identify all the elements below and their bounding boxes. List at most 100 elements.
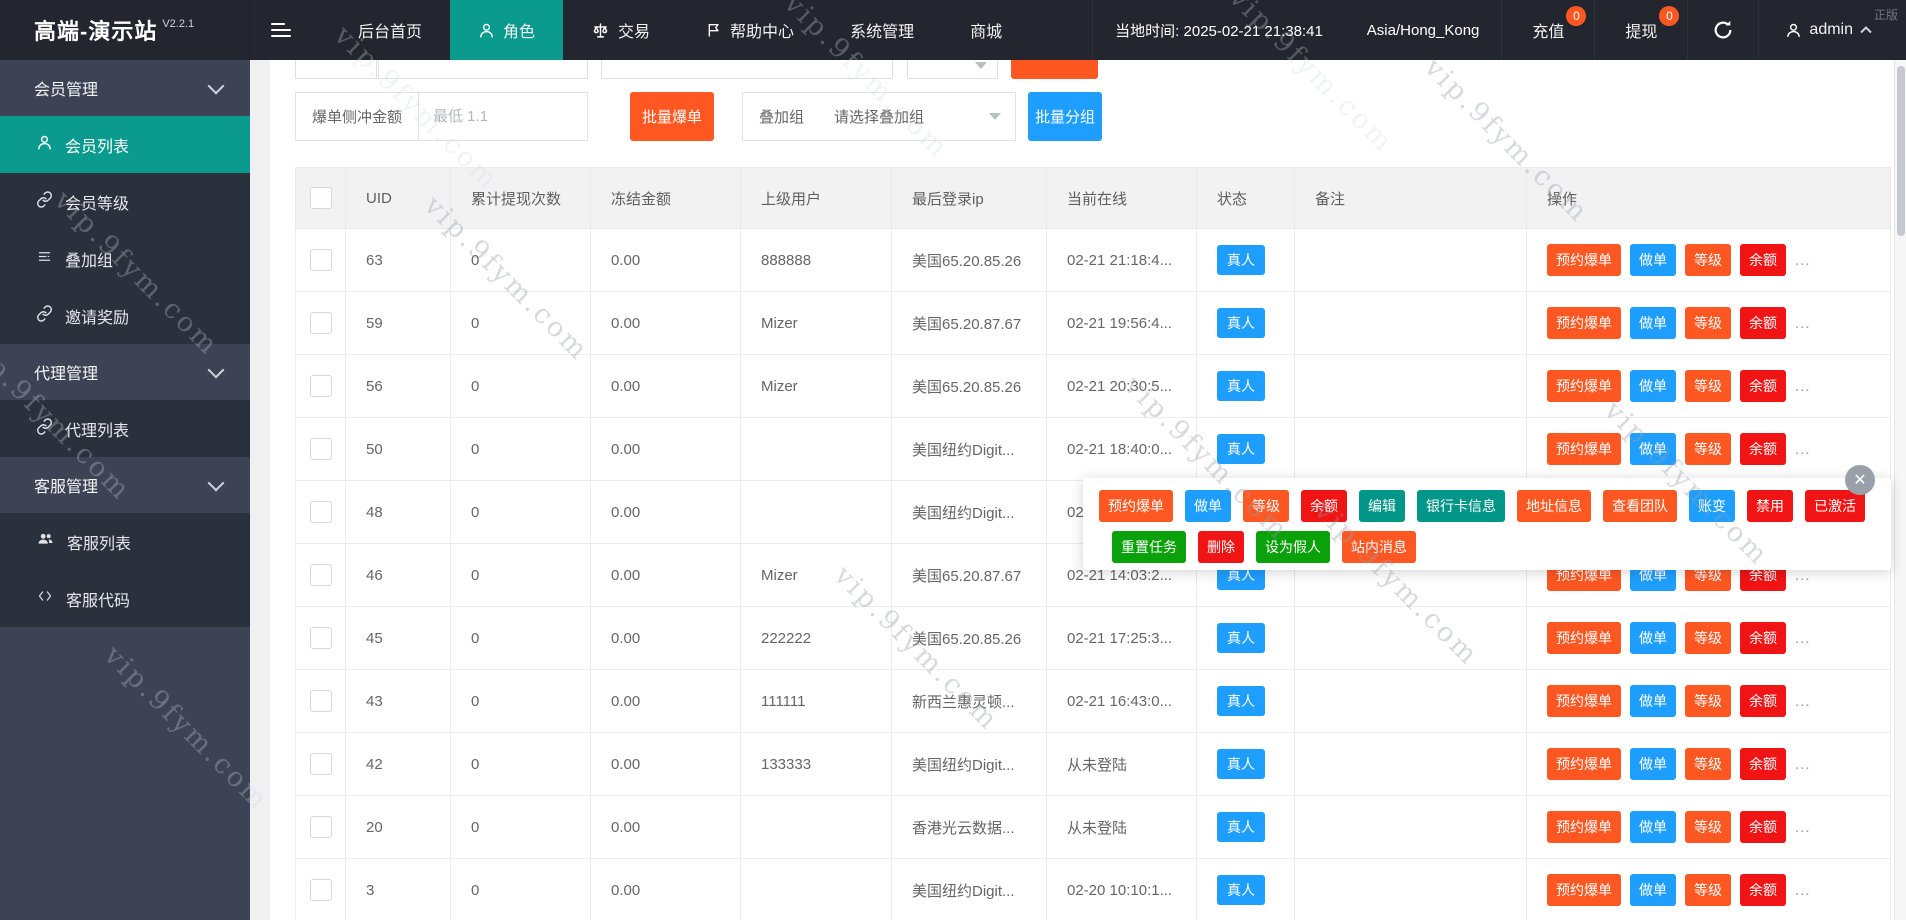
popup-action-button-禁用[interactable]: 禁用 bbox=[1747, 490, 1793, 522]
action-button-余额[interactable]: 余额 bbox=[1740, 874, 1786, 906]
action-button-做单[interactable]: 做单 bbox=[1630, 307, 1676, 339]
more-actions-button[interactable]: ... bbox=[1795, 882, 1811, 899]
nav-item-系统管理[interactable]: 系统管理 bbox=[822, 0, 942, 60]
sidebar-item-会员等级[interactable]: 会员等级 bbox=[0, 173, 250, 230]
popup-action-button-账变[interactable]: 账变 bbox=[1689, 490, 1735, 522]
action-button-余额[interactable]: 余额 bbox=[1740, 685, 1786, 717]
more-actions-button[interactable]: ... bbox=[1795, 630, 1811, 647]
action-button-等级[interactable]: 等级 bbox=[1685, 244, 1731, 276]
action-button-预约爆单[interactable]: 预约爆单 bbox=[1547, 685, 1621, 717]
sidebar-collapse-button[interactable] bbox=[250, 0, 312, 60]
row-checkbox[interactable] bbox=[310, 690, 332, 712]
action-button-做单[interactable]: 做单 bbox=[1630, 748, 1676, 780]
action-button-等级[interactable]: 等级 bbox=[1685, 748, 1731, 780]
filter-input-cutoff-2[interactable] bbox=[378, 60, 588, 79]
action-button-余额[interactable]: 余额 bbox=[1740, 811, 1786, 843]
action-button-等级[interactable]: 等级 bbox=[1685, 622, 1731, 654]
action-button-余额[interactable]: 余额 bbox=[1740, 307, 1786, 339]
popup-action-button-等级[interactable]: 等级 bbox=[1243, 490, 1289, 522]
sidebar-item-代理列表[interactable]: 代理列表 bbox=[0, 400, 250, 457]
sidebar-group-代理管理[interactable]: 代理管理 bbox=[0, 344, 250, 400]
sidebar-group-客服管理[interactable]: 客服管理 bbox=[0, 457, 250, 513]
popup-action-button-站内消息[interactable]: 站内消息 bbox=[1342, 531, 1416, 563]
more-actions-button[interactable]: ... bbox=[1795, 756, 1811, 773]
burst-amount-input[interactable] bbox=[419, 93, 587, 140]
row-checkbox[interactable] bbox=[310, 879, 332, 901]
action-button-等级[interactable]: 等级 bbox=[1685, 433, 1731, 465]
action-button-余额[interactable]: 余额 bbox=[1740, 370, 1786, 402]
nav-item-帮助中心[interactable]: 帮助中心 bbox=[678, 0, 822, 60]
action-button-预约爆单[interactable]: 预约爆单 bbox=[1547, 244, 1621, 276]
search-button-cutoff[interactable] bbox=[1011, 60, 1098, 79]
popup-action-button-余额[interactable]: 余额 bbox=[1301, 490, 1347, 522]
sidebar-item-客服列表[interactable]: 客服列表 bbox=[0, 513, 250, 570]
popup-action-button-银行卡信息[interactable]: 银行卡信息 bbox=[1417, 490, 1505, 522]
row-checkbox[interactable] bbox=[310, 816, 332, 838]
popup-action-button-编辑[interactable]: 编辑 bbox=[1359, 490, 1405, 522]
action-button-做单[interactable]: 做单 bbox=[1630, 433, 1676, 465]
action-button-预约爆单[interactable]: 预约爆单 bbox=[1547, 370, 1621, 402]
action-button-预约爆单[interactable]: 预约爆单 bbox=[1547, 811, 1621, 843]
sidebar-group-会员管理[interactable]: 会员管理 bbox=[0, 60, 250, 116]
popup-action-button-设为假人[interactable]: 设为假人 bbox=[1256, 531, 1330, 563]
more-actions-button[interactable]: ... bbox=[1795, 378, 1811, 395]
sidebar-item-会员列表[interactable]: 会员列表 bbox=[0, 116, 250, 173]
action-button-做单[interactable]: 做单 bbox=[1630, 244, 1676, 276]
action-button-预约爆单[interactable]: 预约爆单 bbox=[1547, 748, 1621, 780]
more-actions-button[interactable]: ... bbox=[1795, 315, 1811, 332]
popup-action-button-查看团队[interactable]: 查看团队 bbox=[1603, 490, 1677, 522]
filter-select-cutoff[interactable] bbox=[907, 60, 998, 79]
row-checkbox[interactable] bbox=[310, 312, 332, 334]
nav-item-商城[interactable]: 商城 bbox=[942, 0, 1030, 60]
filter-input-cutoff-3[interactable] bbox=[601, 60, 893, 79]
action-button-做单[interactable]: 做单 bbox=[1630, 622, 1676, 654]
row-checkbox[interactable] bbox=[310, 564, 332, 586]
row-checkbox[interactable] bbox=[310, 753, 332, 775]
filter-input-cutoff-1[interactable] bbox=[295, 60, 377, 79]
row-checkbox[interactable] bbox=[310, 249, 332, 271]
action-button-做单[interactable]: 做单 bbox=[1630, 874, 1676, 906]
nav-item-后台首页[interactable]: 后台首页 bbox=[330, 0, 450, 60]
action-button-预约爆单[interactable]: 预约爆单 bbox=[1547, 622, 1621, 654]
action-button-预约爆单[interactable]: 预约爆单 bbox=[1547, 433, 1621, 465]
action-button-余额[interactable]: 余额 bbox=[1740, 244, 1786, 276]
popup-action-button-预约爆单[interactable]: 预约爆单 bbox=[1099, 490, 1173, 522]
batch-group-button[interactable]: 批量分组 bbox=[1028, 92, 1102, 141]
action-button-做单[interactable]: 做单 bbox=[1630, 811, 1676, 843]
nav-item-交易[interactable]: 交易 bbox=[563, 0, 678, 60]
row-checkbox[interactable] bbox=[310, 501, 332, 523]
sidebar-item-邀请奖励[interactable]: 邀请奖励 bbox=[0, 287, 250, 344]
more-actions-button[interactable]: ... bbox=[1795, 819, 1811, 836]
popup-action-button-重置任务[interactable]: 重置任务 bbox=[1112, 531, 1186, 563]
action-button-余额[interactable]: 余额 bbox=[1740, 622, 1786, 654]
popup-action-button-做单[interactable]: 做单 bbox=[1185, 490, 1231, 522]
action-button-余额[interactable]: 余额 bbox=[1740, 748, 1786, 780]
refresh-button[interactable] bbox=[1687, 0, 1758, 60]
action-button-等级[interactable]: 等级 bbox=[1685, 874, 1731, 906]
action-button-做单[interactable]: 做单 bbox=[1630, 685, 1676, 717]
action-button-余额[interactable]: 余额 bbox=[1740, 433, 1786, 465]
action-button-做单[interactable]: 做单 bbox=[1630, 370, 1676, 402]
withdraw-button[interactable]: 提现 0 bbox=[1594, 0, 1687, 60]
row-checkbox[interactable] bbox=[310, 438, 332, 460]
scrollbar-thumb[interactable] bbox=[1897, 66, 1905, 236]
action-button-等级[interactable]: 等级 bbox=[1685, 811, 1731, 843]
sidebar-item-客服代码[interactable]: 客服代码 bbox=[0, 570, 250, 627]
recharge-button[interactable]: 充值 0 bbox=[1501, 0, 1594, 60]
nav-item-角色[interactable]: 角色 bbox=[450, 0, 563, 60]
action-button-预约爆单[interactable]: 预约爆单 bbox=[1547, 874, 1621, 906]
popup-action-button-删除[interactable]: 删除 bbox=[1198, 531, 1244, 563]
stack-group-select[interactable]: 请选择叠加组 bbox=[820, 93, 1015, 140]
popup-close-button[interactable]: ✕ bbox=[1845, 465, 1875, 495]
batch-burst-button[interactable]: 批量爆单 bbox=[630, 92, 714, 141]
more-actions-button[interactable]: ... bbox=[1795, 252, 1811, 269]
more-actions-button[interactable]: ... bbox=[1795, 693, 1811, 710]
vertical-scrollbar[interactable] bbox=[1894, 60, 1906, 920]
sidebar-item-叠加组[interactable]: 叠加组 bbox=[0, 230, 250, 287]
popup-action-button-已激活[interactable]: 已激活 bbox=[1805, 490, 1865, 522]
popup-action-button-地址信息[interactable]: 地址信息 bbox=[1517, 490, 1591, 522]
action-button-等级[interactable]: 等级 bbox=[1685, 685, 1731, 717]
row-checkbox[interactable] bbox=[310, 375, 332, 397]
user-menu[interactable]: admin bbox=[1758, 0, 1906, 60]
action-button-等级[interactable]: 等级 bbox=[1685, 307, 1731, 339]
